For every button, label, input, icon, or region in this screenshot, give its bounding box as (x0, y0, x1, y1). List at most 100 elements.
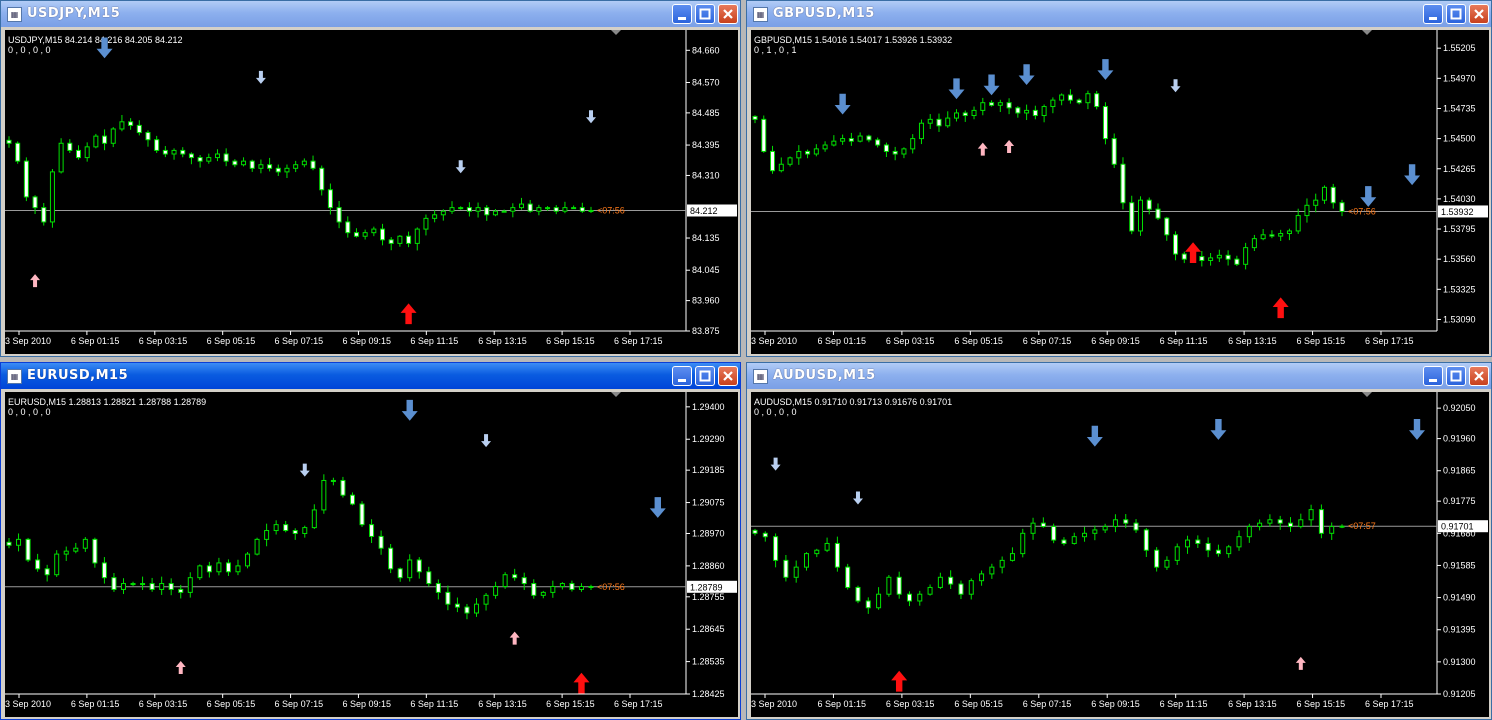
price-chart[interactable]: AUDUSD,M15 0.91710 0.91713 0.91676 0.917… (751, 392, 1489, 717)
candle-body (1226, 546, 1232, 555)
candle-body (92, 538, 98, 564)
candle-body (1154, 549, 1160, 568)
minimize-button[interactable] (672, 4, 692, 24)
price-chart[interactable]: GBPUSD,M15 1.54016 1.54017 1.53926 1.539… (751, 30, 1489, 354)
close-icon (1474, 371, 1484, 381)
chart-window-audusd[interactable]: ▦ AUDUSD,M15 AUDUSD,M15 0.91710 0.91713 0.… (746, 362, 1492, 720)
chart-window-gbpusd[interactable]: ▦ GBPUSD,M15 GBPUSD,M15 1.54016 1.54017 1.… (746, 0, 1492, 357)
price-chart[interactable]: USDJPY,M15 84.214 84.216 84.205 84.2120 … (5, 30, 738, 354)
title-bar[interactable]: ▦ AUDUSD,M15 (747, 363, 1491, 389)
maximize-button[interactable] (695, 4, 715, 24)
maximize-button[interactable] (1446, 366, 1466, 386)
chart-canvas[interactable]: EURUSD,M15 1.28813 1.28821 1.28788 1.287… (5, 392, 738, 717)
candle-body (406, 235, 412, 244)
candle-body (327, 189, 333, 209)
candle-body (1164, 559, 1170, 568)
chart-window-eurusd[interactable]: ▦ EURUSD,M15 EURUSD,M15 1.28813 1.28821 1.… (0, 362, 741, 720)
maximize-button[interactable] (695, 366, 715, 386)
price-label: 0.91960 (1443, 434, 1476, 444)
candle-body (6, 541, 12, 546)
indicator-values: 0 , 0 , 0 , 0 (8, 407, 51, 417)
sell-signal-arrow-icon (834, 93, 851, 115)
price-label: 1.29290 (692, 434, 725, 444)
buy-signal-arrow-icon (573, 672, 590, 694)
candle-body (1030, 522, 1036, 534)
candle-body (1143, 529, 1149, 551)
time-label: 6 Sep 07:15 (275, 336, 324, 346)
close-button[interactable] (1469, 366, 1489, 386)
chart-window-usdjpy[interactable]: ▦ USDJPY,M15 USDJPY,M15 84.214 84.216 84.2… (0, 0, 741, 357)
candle-body (540, 591, 546, 596)
candle-body (264, 530, 270, 540)
maximize-button[interactable] (1446, 4, 1466, 24)
minimize-button[interactable] (1423, 4, 1443, 24)
sell-signal-arrow-icon (255, 70, 266, 84)
candle-body (1024, 109, 1030, 114)
sell-signal-arrow-icon (1360, 186, 1377, 207)
price-label: 1.28425 (692, 689, 725, 699)
candle-body (492, 210, 498, 216)
sell-signal-arrow-icon (852, 491, 863, 505)
price-label: 1.53090 (1443, 314, 1476, 324)
time-label: 6 Sep 11:15 (1160, 336, 1208, 346)
minimize-icon (1429, 379, 1437, 382)
candle-body (883, 144, 889, 152)
time-label: 6 Sep 07:15 (275, 699, 324, 709)
candle-body (493, 585, 499, 596)
minimize-button[interactable] (1423, 366, 1443, 386)
candle-body (454, 603, 460, 608)
candle-body (588, 585, 594, 588)
candle-body (1009, 553, 1015, 561)
price-label: 1.28970 (692, 528, 725, 538)
price-label: 83.960 (692, 296, 720, 306)
candle-body (310, 160, 316, 169)
candle-body (1216, 254, 1222, 259)
price-label: 1.54970 (1443, 73, 1476, 83)
candle-body (1015, 107, 1021, 114)
candle-body (910, 138, 916, 150)
title-bar[interactable]: ▦ EURUSD,M15 (1, 363, 740, 389)
time-label: 6 Sep 17:15 (614, 699, 663, 709)
window-title: USDJPY,M15 (27, 6, 121, 21)
signal-arrows (175, 399, 666, 694)
time-label: 6 Sep 13:15 (478, 699, 527, 709)
close-button[interactable] (1469, 4, 1489, 24)
candle-body (559, 583, 565, 587)
close-button[interactable] (718, 4, 738, 24)
candle-body (971, 109, 977, 117)
candle-body (1278, 233, 1284, 237)
candle-body (510, 207, 516, 212)
candle-body (168, 583, 174, 590)
candle-body (1040, 522, 1046, 528)
candle-body (249, 160, 255, 169)
chart-canvas[interactable]: GBPUSD,M15 1.54016 1.54017 1.53926 1.539… (751, 30, 1489, 354)
chart-window-icon: ▦ (753, 369, 768, 384)
candle-body (267, 164, 273, 169)
candle-body (128, 121, 134, 126)
candle-body (512, 574, 518, 579)
close-button[interactable] (718, 366, 738, 386)
price-chart[interactable]: EURUSD,M15 1.28813 1.28821 1.28788 1.287… (5, 392, 738, 717)
chart-window-icon: ▦ (7, 7, 22, 22)
chart-canvas[interactable]: USDJPY,M15 84.214 84.216 84.205 84.212 0 … (5, 30, 738, 354)
candle-body (989, 102, 995, 106)
candle-body (501, 210, 507, 213)
title-bar[interactable]: ▦ GBPUSD,M15 (747, 1, 1491, 27)
candle-body (41, 207, 47, 223)
bid-price-label: 1.28789 (690, 582, 723, 592)
minimize-button[interactable] (672, 366, 692, 386)
title-bar[interactable]: ▦ USDJPY,M15 (1, 1, 740, 27)
candle-body (1295, 215, 1301, 232)
candle-body (1205, 542, 1211, 551)
chart-shift-icon (611, 30, 621, 35)
chart-canvas[interactable]: AUDUSD,M15 0.91710 0.91713 0.91676 0.917… (751, 392, 1489, 717)
buy-signal-arrow-icon (977, 142, 988, 156)
candle-body (1286, 230, 1292, 235)
bid-price-label: 1.53932 (1441, 207, 1474, 217)
time-label: 6 Sep 13:15 (1228, 336, 1277, 346)
price-label: 1.55205 (1443, 43, 1476, 53)
price-label: 84.045 (692, 265, 720, 275)
candle-body (1041, 106, 1047, 117)
candle-body (206, 157, 212, 162)
candle-body (130, 583, 136, 586)
